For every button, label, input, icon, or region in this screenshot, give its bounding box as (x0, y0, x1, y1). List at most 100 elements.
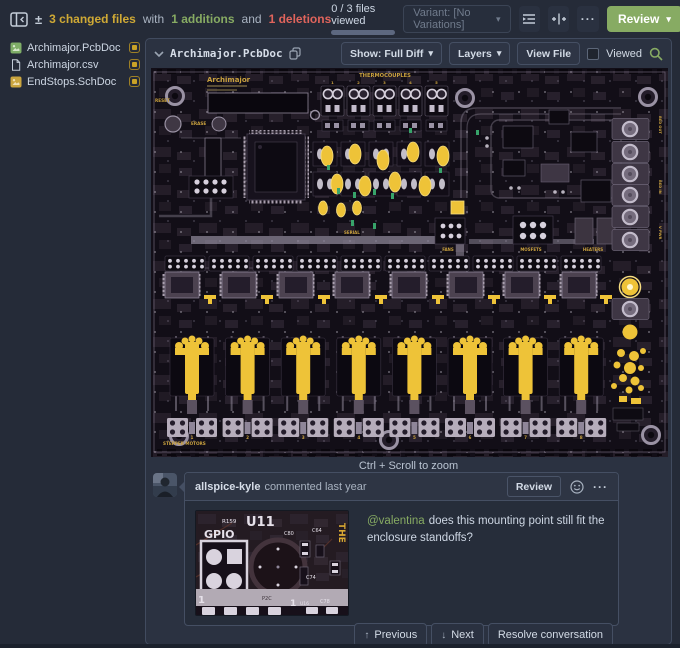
pcb-label-heaters: HEATERS (583, 247, 603, 252)
pcb-label-bed-in: BED IN (658, 180, 662, 194)
chevron-down-icon: ▾ (497, 49, 502, 58)
svg-text:5: 5 (435, 80, 438, 85)
comment-text: @valentinadoes this mounting point still… (367, 510, 608, 616)
modified-file-icon (129, 42, 140, 53)
pcb-label-mosfets: MOSFETS (520, 247, 541, 252)
pcb-label-bed-out: BED OUT (658, 116, 662, 134)
pcb-diff-render: Archimajor RESET ERASE THERMOCOUPLES 1 2… (151, 68, 668, 457)
svg-text:THE: THE (336, 523, 346, 543)
diff-panel: Archimajor.PcbDoc Show: Full Diff ▾ Laye… (145, 38, 672, 645)
file-tree-item-csv[interactable]: Archimajor.csv (10, 56, 140, 73)
pcb-label-fans: FANS (442, 247, 454, 252)
svg-text:C74: C74 (306, 575, 316, 581)
svg-text:2: 2 (246, 435, 249, 440)
file-name: EndStops.SchDoc (27, 76, 124, 88)
svg-text:4: 4 (357, 435, 360, 440)
file-name: Archimajor.csv (27, 59, 124, 71)
svg-text:C64: C64 (312, 528, 322, 534)
svg-text:5: 5 (413, 435, 416, 440)
layers-dropdown[interactable]: Layers ▾ (449, 42, 510, 65)
comment-body: R159 U11 GPIO C80 C64 C74 THE P2C 1 1 U1… (185, 501, 618, 625)
review-comment: allspice-kyle commented last year Review… (184, 472, 619, 626)
diff-panel-header: Archimajor.PcbDoc Show: Full Diff ▾ Laye… (146, 39, 671, 68)
diff-file-name: Archimajor.PcbDoc (170, 47, 283, 60)
svg-text:GPIO: GPIO (204, 528, 235, 541)
comment-header: allspice-kyle commented last year Review… (185, 473, 618, 501)
page-bottom-edge (0, 644, 680, 648)
pcb-label-erase: ERASE (191, 121, 206, 126)
svg-text:7: 7 (524, 435, 527, 440)
svg-text:C80: C80 (284, 531, 294, 537)
file-tree-toggle-icon[interactable] (10, 12, 28, 27)
files-viewed-progress: 0 / 3 files viewed (331, 3, 395, 35)
svg-text:1: 1 (331, 80, 334, 85)
split-view-button[interactable] (548, 6, 569, 32)
search-icon[interactable] (649, 47, 663, 61)
summary-text: and (242, 12, 262, 26)
svg-text:3: 3 (302, 435, 305, 440)
pcb-label-serial: SERIAL (344, 230, 360, 235)
chevron-down-icon: ▾ (496, 15, 501, 24)
svg-text:1: 1 (191, 435, 194, 440)
summary-text: with (143, 12, 164, 26)
whitespace-toggle-button[interactable] (519, 6, 540, 32)
collapse-chevron-icon[interactable] (154, 50, 164, 58)
svg-text:C78: C78 (320, 599, 330, 605)
pcb-label-v-pwr: V PWR (658, 226, 662, 240)
deletions-count: 1 deletions (269, 12, 332, 26)
view-file-button[interactable]: View File (517, 42, 580, 65)
diff-panel-actions: Show: Full Diff ▾ Layers ▾ View File Vie… (341, 42, 663, 65)
comment-review-button[interactable]: Review (507, 476, 561, 497)
review-button[interactable]: Review ▾ (607, 6, 680, 32)
file-tree: Archimajor.PcbDoc Archimajor.csv EndStop… (10, 39, 140, 90)
svg-text:U16: U16 (300, 601, 309, 607)
arrow-down-icon: ↓ (441, 630, 446, 641)
pcb-title: Archimajor (207, 76, 251, 84)
viewed-checkbox[interactable] (587, 48, 599, 60)
more-options-button[interactable]: ··· (577, 6, 598, 32)
comment-author[interactable]: allspice-kyle (195, 481, 260, 493)
file-tree-item-pcbdoc[interactable]: Archimajor.PcbDoc (10, 39, 140, 56)
pcb-review-page: ± 3 changed files with 1 additions and 1… (0, 0, 680, 648)
svg-text:U11: U11 (246, 515, 275, 530)
arrow-up-icon: ↑ (364, 630, 369, 641)
show-diff-dropdown[interactable]: Show: Full Diff ▾ (341, 42, 442, 65)
svg-text:3: 3 (383, 80, 386, 85)
diff-stat-icon[interactable]: ± (35, 12, 42, 27)
viewed-checkbox-label: Viewed (606, 48, 642, 60)
svg-text:1: 1 (290, 599, 296, 609)
svg-text:1: 1 (198, 595, 205, 606)
file-tree-item-schdoc[interactable]: EndStops.SchDoc (10, 73, 140, 90)
diff-summary: ± 3 changed files with 1 additions and 1… (10, 12, 331, 27)
svg-text:6: 6 (469, 435, 472, 440)
modified-file-icon (129, 59, 140, 70)
diff-toolbar: ± 3 changed files with 1 additions and 1… (10, 5, 672, 33)
svg-text:P2C: P2C (262, 596, 272, 602)
comment-actions: Review ··· (507, 476, 608, 497)
pcb-label-reset: RESET (155, 98, 170, 103)
svg-text:4: 4 (409, 80, 412, 85)
mcu-chip (243, 130, 309, 204)
comment-more-icon[interactable]: ··· (593, 481, 608, 493)
pcb-file-icon (10, 42, 22, 54)
csv-file-icon (10, 59, 22, 71)
ellipsis-icon: ··· (581, 13, 596, 25)
chevron-down-icon: ▾ (666, 15, 671, 24)
emoji-reaction-icon[interactable] (570, 480, 584, 494)
svg-text:R159: R159 (222, 519, 237, 525)
variant-dropdown[interactable]: Variant: [No Variations] ▾ (403, 5, 510, 33)
additions-count: 1 additions (171, 12, 234, 26)
comment-meta: commented last year (264, 481, 366, 493)
svg-text:8: 8 (580, 435, 583, 440)
pcb-label-thermocouples: THERMOCOUPLES (359, 73, 411, 79)
avatar[interactable] (153, 473, 177, 497)
files-viewed-label: 0 / 3 files viewed (331, 3, 395, 27)
schematic-file-icon (10, 76, 22, 88)
pcb-diff-canvas[interactable]: Archimajor RESET ERASE THERMOCOUPLES 1 2… (151, 68, 668, 457)
zoom-hint: Ctrl + Scroll to zoom (146, 460, 671, 472)
copy-path-icon[interactable] (289, 47, 301, 60)
comment-pcb-snippet[interactable]: R159 U11 GPIO C80 C64 C74 THE P2C 1 1 U1… (195, 510, 349, 616)
mention-link[interactable]: @valentina (367, 515, 425, 527)
chevron-down-icon: ▾ (428, 49, 433, 58)
modified-file-icon (129, 76, 140, 87)
